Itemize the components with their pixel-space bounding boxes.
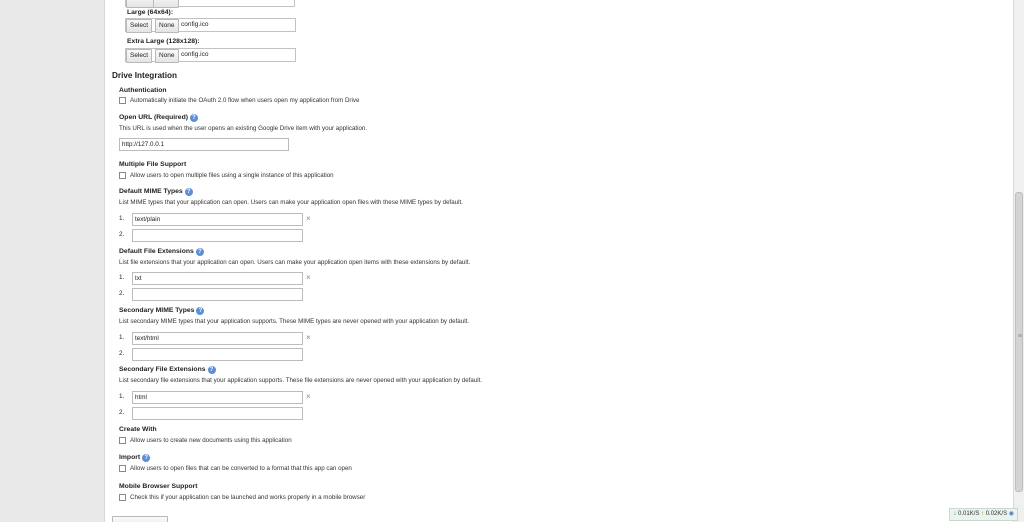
- save-button-partial[interactable]: [112, 516, 168, 522]
- create-with-checkbox-text: Allow users to create new documents usin…: [130, 437, 292, 444]
- import-checkbox[interactable]: [119, 465, 126, 472]
- list-number: 2.: [119, 409, 125, 416]
- icon-field-partial: [125, 0, 295, 8]
- large-icon-field: Select None config.ico: [125, 18, 296, 33]
- help-icon[interactable]: ?: [207, 366, 216, 374]
- list-number: 1.: [119, 274, 125, 281]
- scrollbar-thumb[interactable]: ≡: [1015, 192, 1023, 492]
- browser-icon[interactable]: ◉: [1009, 511, 1014, 517]
- multiple-file-label: Multiple File Support: [119, 161, 187, 168]
- secondary-ext-label: Secondary File Extensions?: [119, 366, 216, 374]
- list-number: 2.: [119, 231, 125, 238]
- list-number: 1.: [119, 393, 125, 400]
- upload-arrow-icon: ↑: [981, 511, 985, 517]
- extra-large-none-button[interactable]: None: [155, 49, 179, 63]
- download-arrow-icon: ↓: [953, 511, 957, 517]
- extra-large-icon-filename: config.ico: [181, 51, 209, 58]
- authentication-checkbox-text: Automatically initiate the OAuth 2.0 flo…: [130, 97, 360, 104]
- authentication-label: Authentication: [119, 87, 167, 94]
- mobile-checkbox-text: Check this if your application can be la…: [130, 494, 366, 501]
- remove-icon[interactable]: ×: [306, 333, 311, 342]
- remove-icon[interactable]: ×: [306, 214, 311, 223]
- vertical-scrollbar[interactable]: ≡: [1013, 0, 1024, 522]
- list-number: 1.: [119, 334, 125, 341]
- remove-icon[interactable]: ×: [306, 392, 311, 401]
- help-icon[interactable]: ?: [184, 188, 193, 196]
- create-with-checkbox[interactable]: [119, 437, 126, 444]
- import-label-text: Import: [119, 454, 141, 461]
- open-url-input[interactable]: http://127.0.0.1: [119, 138, 289, 151]
- secondary-ext-input-1[interactable]: html: [132, 391, 303, 404]
- multiple-file-checkbox-text: Allow users to open multiple files using…: [130, 172, 334, 179]
- default-mime-label-text: Default MIME Types: [119, 188, 183, 195]
- import-label: Import?: [119, 454, 151, 462]
- authentication-checkbox[interactable]: [119, 97, 126, 104]
- main-page: Large (64x64): Select None config.ico Ex…: [104, 0, 1015, 522]
- default-mime-description: List MIME types that your application ca…: [119, 199, 463, 206]
- mobile-checkbox[interactable]: [119, 494, 126, 501]
- secondary-mime-label: Secondary MIME Types?: [119, 307, 205, 315]
- secondary-ext-description: List secondary file extensions that your…: [119, 377, 483, 384]
- secondary-ext-label-text: Secondary File Extensions: [119, 366, 206, 373]
- default-mime-input-2[interactable]: [132, 229, 303, 242]
- open-url-label-text: Open URL (Required): [119, 114, 188, 121]
- open-url-description: This URL is used when the user opens an …: [119, 125, 368, 132]
- mobile-label: Mobile Browser Support: [119, 483, 198, 490]
- create-with-label: Create With: [119, 426, 157, 433]
- network-status: ↓ 0.01K/S ↑ 0.02K/S ◉: [949, 508, 1018, 521]
- remove-icon[interactable]: ×: [306, 273, 311, 282]
- secondary-mime-description: List secondary MIME types that your appl…: [119, 318, 470, 325]
- secondary-mime-input-1[interactable]: text/html: [132, 332, 303, 345]
- help-icon[interactable]: ?: [142, 454, 151, 462]
- none-button-partial[interactable]: [153, 0, 179, 8]
- upload-speed: 0.02K/S: [985, 511, 1008, 517]
- list-number: 2.: [119, 290, 125, 297]
- drive-integration-title: Drive Integration: [112, 71, 178, 80]
- multiple-file-checkbox[interactable]: [119, 172, 126, 179]
- large-icon-label: Large (64x64):: [127, 9, 174, 16]
- import-checkbox-text: Allow users to open files that can be co…: [130, 465, 352, 472]
- large-select-button[interactable]: Select: [126, 19, 153, 33]
- open-url-label: Open URL (Required)?: [119, 114, 198, 122]
- default-ext-input-1[interactable]: txt: [132, 272, 303, 285]
- help-icon[interactable]: ?: [189, 114, 198, 122]
- secondary-mime-label-text: Secondary MIME Types: [119, 307, 195, 314]
- large-none-button[interactable]: None: [155, 19, 179, 33]
- extra-large-select-button[interactable]: Select: [126, 49, 153, 63]
- help-icon[interactable]: ?: [195, 248, 204, 256]
- select-button-partial[interactable]: [126, 0, 154, 8]
- help-icon[interactable]: ?: [196, 307, 205, 315]
- default-ext-description: List file extensions that your applicati…: [119, 259, 471, 266]
- default-mime-input-1[interactable]: text/plain: [132, 213, 303, 226]
- list-number: 1.: [119, 215, 125, 222]
- default-ext-input-2[interactable]: [132, 288, 303, 301]
- default-ext-label: Default File Extensions?: [119, 248, 204, 256]
- secondary-mime-input-2[interactable]: [132, 348, 303, 361]
- list-number: 2.: [119, 350, 125, 357]
- large-icon-filename: config.ico: [181, 21, 209, 28]
- extra-large-icon-field: Select None config.ico: [125, 48, 296, 63]
- extra-large-icon-label: Extra Large (128x128):: [127, 38, 200, 45]
- download-speed: 0.01K/S: [958, 511, 980, 517]
- default-ext-label-text: Default File Extensions: [119, 248, 194, 255]
- grip-icon: ≡: [1018, 333, 1023, 340]
- default-mime-label: Default MIME Types?: [119, 188, 193, 196]
- secondary-ext-input-2[interactable]: [132, 407, 303, 420]
